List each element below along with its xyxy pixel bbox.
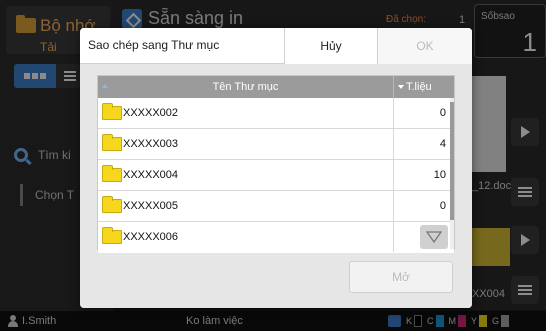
- folder-name: XXXXX006: [123, 231, 179, 243]
- folder-name-cell: XXXXX004: [98, 160, 394, 190]
- scroll-down-button[interactable]: [420, 225, 448, 249]
- document-count: 0: [439, 107, 446, 119]
- folder-name: XXXXX005: [123, 200, 179, 212]
- column-header-name[interactable]: Tên Thư mục: [98, 76, 394, 98]
- sort-asc-icon: [102, 84, 108, 88]
- folder-name-cell: XXXXX002: [98, 98, 394, 128]
- folder-name: XXXXX003: [123, 138, 179, 150]
- folder-name: XXXXX004: [123, 169, 179, 181]
- table-header: Tên Thư mục T.liệu: [98, 76, 454, 98]
- dialog-title: Sao chép sang Thư mục: [88, 38, 220, 52]
- document-count: 4: [439, 138, 446, 150]
- open-button[interactable]: Mở: [349, 261, 453, 293]
- ok-button[interactable]: OK: [378, 28, 472, 64]
- folder-name-cell: XXXXX005: [98, 191, 394, 221]
- folder-icon: [102, 103, 122, 120]
- folder-icon: [102, 227, 122, 244]
- folder-icon: [102, 165, 122, 182]
- sort-desc-icon: [398, 85, 404, 89]
- folder-name-cell: XXXXX006: [98, 222, 394, 252]
- table-row[interactable]: XXXXX006 0: [98, 222, 454, 253]
- folder-table: Tên Thư mục T.liệu XXXXX002 0 XXXXX003 4…: [97, 75, 455, 253]
- copy-to-folder-dialog: Sao chép sang Thư mục Hủy OK Tên Thư mục…: [80, 28, 472, 308]
- column-header-count[interactable]: T.liệu: [394, 76, 454, 98]
- folder-icon: [102, 134, 122, 151]
- table-row[interactable]: XXXXX004 10: [98, 160, 454, 191]
- cancel-button[interactable]: Hủy: [284, 28, 378, 64]
- table-row[interactable]: XXXXX005 0: [98, 191, 454, 222]
- document-count: 0: [439, 200, 446, 212]
- column-header-count-label: T.liệu: [406, 81, 432, 93]
- scrollbar-thumb[interactable]: [450, 102, 454, 220]
- document-count: 10: [433, 169, 446, 181]
- folder-name: XXXXX002: [123, 107, 179, 119]
- folder-name-cell: XXXXX003: [98, 129, 394, 159]
- column-header-name-label: Tên Thư mục: [212, 81, 279, 93]
- dialog-header: Sao chép sang Thư mục Hủy OK: [80, 28, 472, 64]
- dialog-body: Tên Thư mục T.liệu XXXXX002 0 XXXXX003 4…: [80, 64, 472, 308]
- folder-icon: [102, 196, 122, 213]
- triangle-down-icon: [426, 231, 442, 243]
- table-row[interactable]: XXXXX003 4: [98, 129, 454, 160]
- table-row[interactable]: XXXXX002 0: [98, 98, 454, 129]
